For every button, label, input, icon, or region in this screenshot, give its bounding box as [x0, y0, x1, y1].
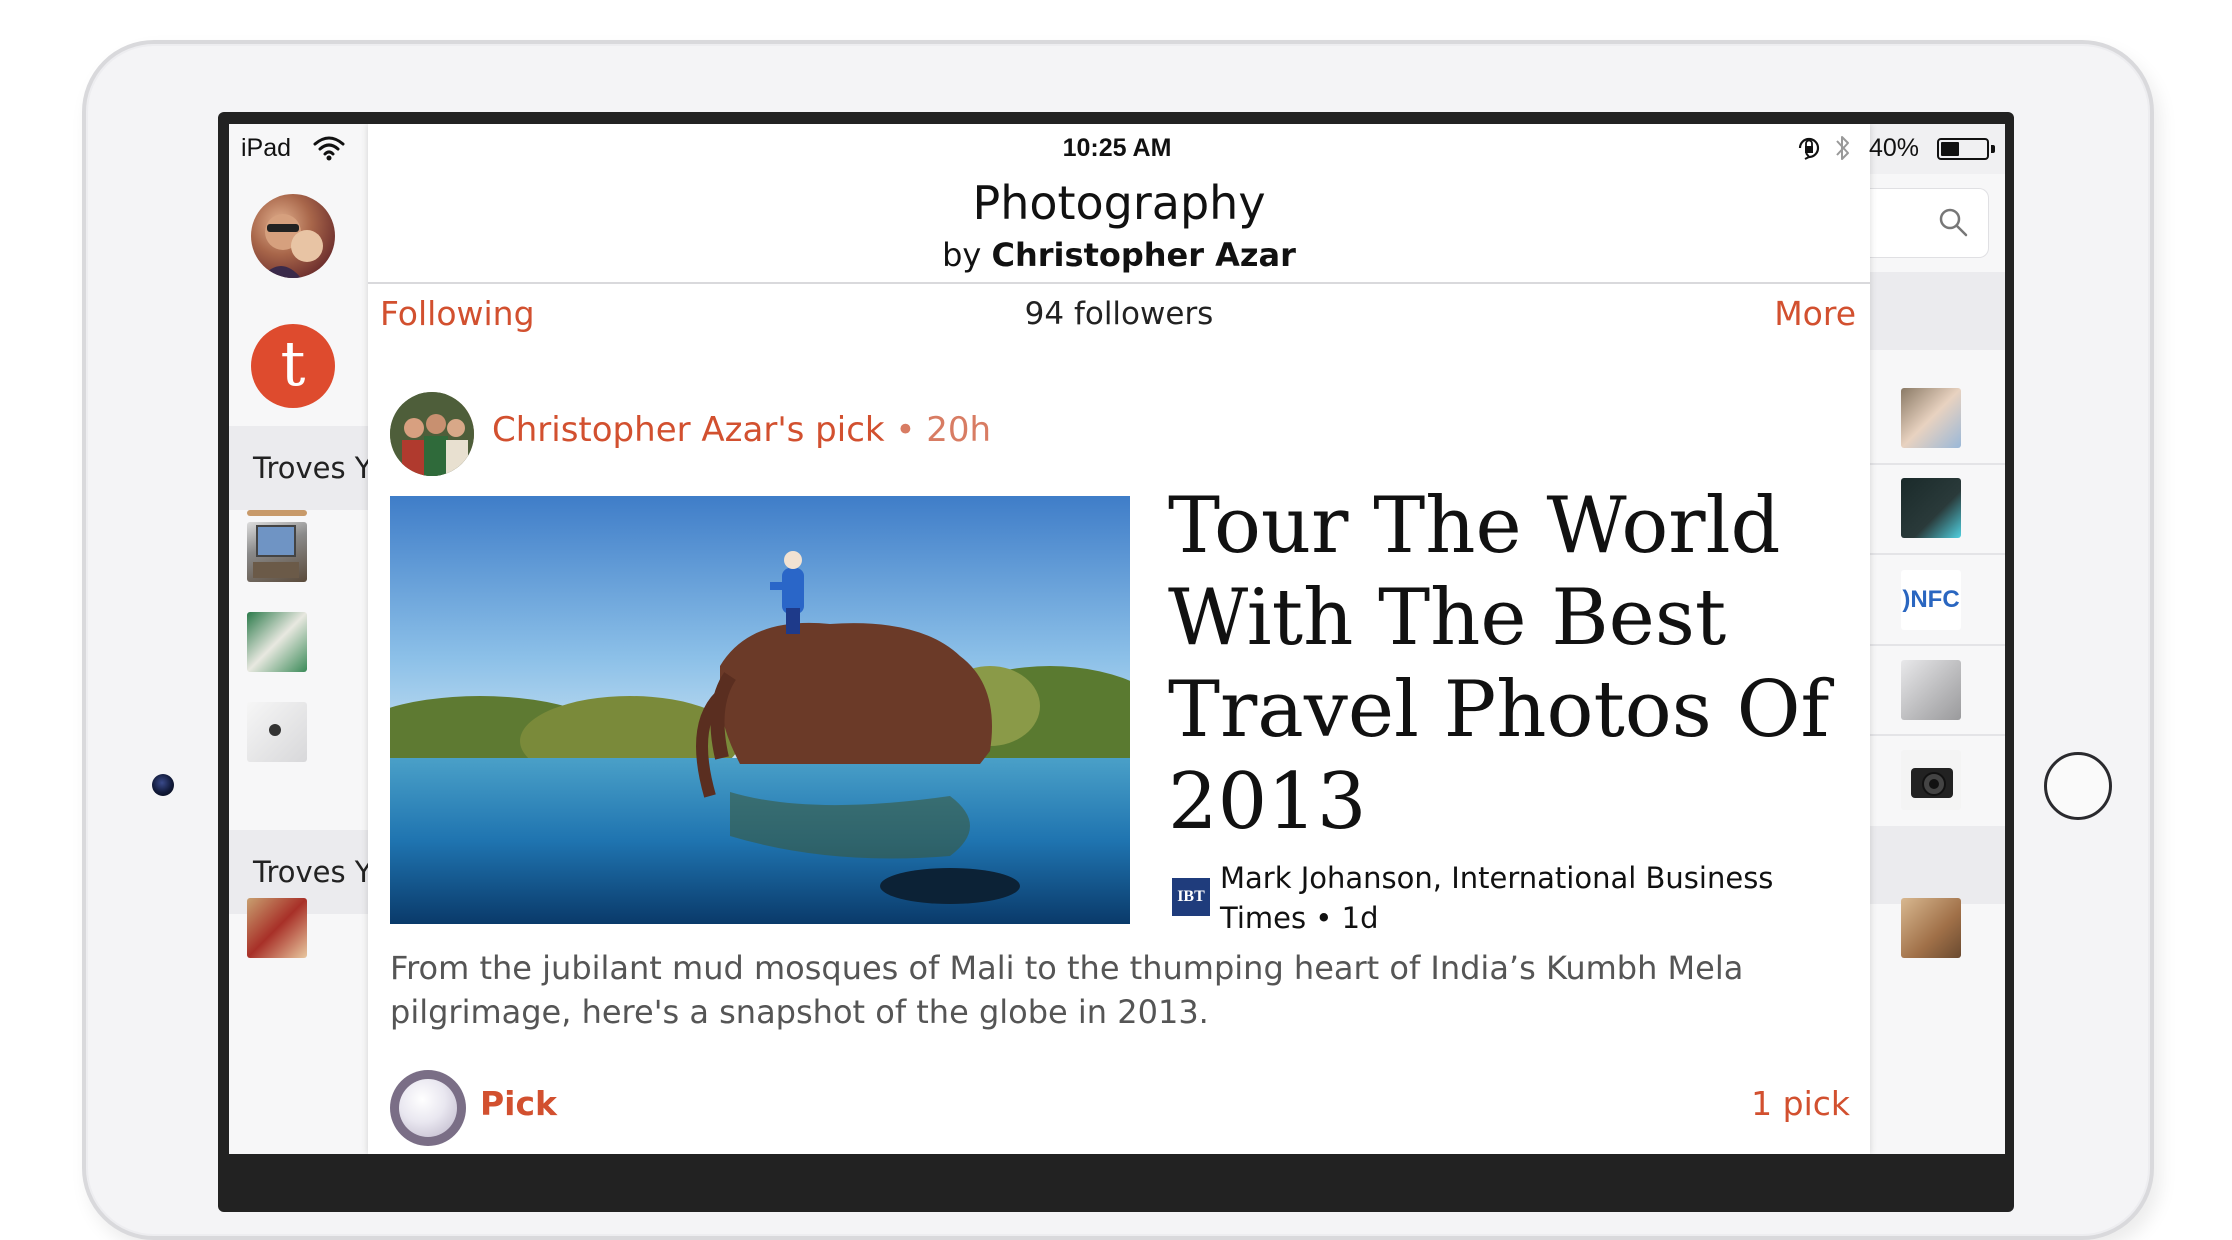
divider [1870, 553, 2005, 555]
trove-author[interactable]: Christopher Azar [992, 236, 1296, 274]
publisher-logo: IBT [1172, 878, 1210, 916]
status-time: 10:25 AM [1062, 134, 1172, 162]
front-camera [152, 774, 174, 796]
article-summary: From the jubilant mud mosques of Mali to… [390, 949, 1744, 1031]
right-thumbnail[interactable] [1901, 478, 1961, 538]
pick-button[interactable] [390, 1070, 466, 1146]
divider [368, 282, 1870, 284]
separator-dot: • [895, 410, 916, 450]
pick-attribution: Christopher Azar's pick • 20h [492, 410, 991, 450]
bluetooth-icon [1836, 136, 1849, 160]
right-thumbnail-nfc[interactable]: )NFC [1901, 570, 1961, 630]
pick-count[interactable]: 1 pick [1751, 1084, 1850, 1123]
divider [1870, 734, 2005, 736]
more-button[interactable]: More [1774, 294, 1856, 333]
trove-byline: by Christopher Azar [368, 236, 1870, 274]
trove-title: Photography [972, 176, 1266, 230]
picker-name[interactable]: Christopher Azar's pick [492, 410, 885, 450]
article-photo[interactable] [390, 496, 1130, 924]
sidebar-thumbnail[interactable] [247, 612, 307, 672]
right-thumbnail[interactable] [1901, 750, 1961, 810]
byline-prefix: by [942, 236, 982, 274]
battery-percent: 40% [1869, 134, 1920, 162]
battery-icon [1937, 138, 1989, 160]
left-sidebar: t Troves You Follow Troves You Follow [229, 124, 368, 1154]
right-section-header [1870, 272, 2005, 350]
search-field[interactable] [1870, 188, 1989, 258]
status-bar: iPad 10:25 AM 40% [229, 124, 2005, 174]
right-thumbnail[interactable] [1901, 660, 1961, 720]
right-thumbnail[interactable] [1901, 388, 1961, 448]
right-section-header [1870, 826, 2005, 904]
search-icon[interactable] [1937, 206, 1969, 238]
battery-fill [1941, 142, 1959, 156]
article-source[interactable]: Mark Johanson, International Business Ti… [1220, 858, 1860, 938]
battery-nub [1991, 145, 1995, 153]
sidebar-thumbnail[interactable] [247, 522, 307, 582]
picker-avatar[interactable] [390, 392, 474, 476]
pick-button-icon [399, 1079, 457, 1137]
trove-detail-panel: Photography by Christopher Azar Followin… [368, 124, 1870, 1154]
user-avatar[interactable] [251, 194, 335, 278]
divider [1870, 644, 2005, 646]
article-headline[interactable]: Tour The World With The Best Travel Phot… [1168, 480, 1848, 848]
right-thumbnail[interactable] [1901, 898, 1961, 958]
sidebar-section-header: Troves You Follow [229, 426, 368, 510]
sidebar-thumbnail[interactable] [247, 702, 307, 762]
pick-label[interactable]: Pick [480, 1084, 557, 1123]
pick-age: 20h [926, 410, 992, 450]
sidebar-thumbnail[interactable] [247, 510, 307, 516]
trove-logo[interactable]: t [251, 324, 335, 408]
app-screen: t Troves You Follow Troves You Follow )N… [229, 124, 2005, 1154]
home-button[interactable] [2044, 752, 2112, 820]
divider [1870, 463, 2005, 465]
followers-count[interactable]: 94 followers [368, 296, 1870, 332]
rotation-lock-icon [1798, 137, 1820, 160]
sidebar-thumbnail[interactable] [247, 898, 307, 958]
